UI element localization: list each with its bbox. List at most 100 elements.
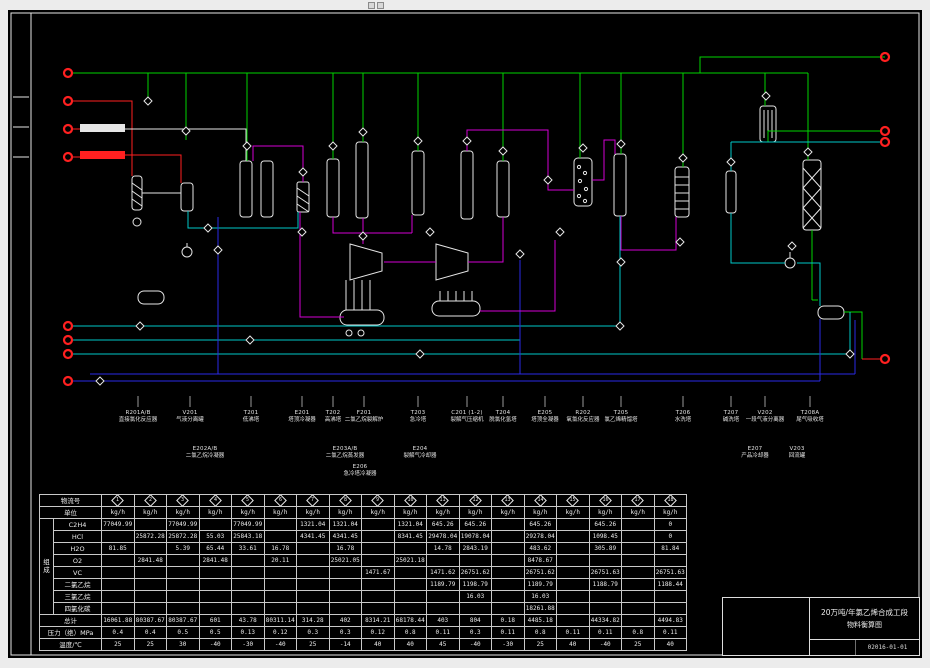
value-cell: 4341.45 <box>296 530 330 543</box>
value-cell: 40 <box>361 638 395 651</box>
stream-number-diamond: 15 <box>566 495 580 506</box>
value-cell <box>426 554 460 567</box>
unit-cell: kg/h <box>653 506 687 519</box>
value-cell <box>361 590 395 603</box>
value-cell <box>621 614 655 627</box>
value-cell: 645.26 <box>523 518 557 531</box>
value-cell <box>133 518 167 531</box>
equipment-name: 氯乙烯精馏塔 <box>604 417 638 423</box>
stream-number-diamond: 5 <box>241 495 255 506</box>
stream-number-diamond: 7 <box>306 495 320 506</box>
title-block-cell <box>810 640 856 655</box>
value-cell <box>328 602 362 615</box>
value-cell <box>491 590 525 603</box>
drawing-title: 20万吨/年氯乙烯合成工段 物料衡算图 <box>810 598 919 640</box>
value-cell <box>296 602 330 615</box>
value-cell <box>556 566 590 579</box>
value-cell: 0.5 <box>198 626 232 639</box>
value-cell: 80387.67 <box>133 614 167 627</box>
value-cell <box>621 590 655 603</box>
equipment-tag: E203A/B <box>332 446 358 452</box>
value-cell <box>361 542 395 555</box>
stream-number-cell: 5 <box>231 494 265 507</box>
value-cell <box>491 566 525 579</box>
equipment-label: E203A/B 二氯乙烷蒸发器 <box>326 446 365 460</box>
value-cell <box>231 554 265 567</box>
unit-cell: kg/h <box>458 506 492 519</box>
component-label: H2O <box>53 542 102 555</box>
unit-cell: kg/h <box>133 506 167 519</box>
value-cell: 77049.99 <box>231 518 265 531</box>
value-cell <box>101 554 135 567</box>
value-cell: 25021.05 <box>328 554 362 567</box>
value-cell <box>653 602 687 615</box>
value-cell: -14 <box>328 638 362 651</box>
value-cell <box>621 578 655 591</box>
stream-number-diamond: 11 <box>436 495 450 506</box>
equipment-label: T206 水洗塔 <box>675 410 692 424</box>
value-cell: 1189.79 <box>426 578 460 591</box>
value-cell <box>263 530 297 543</box>
equipment-label: V201 气液分离罐 <box>176 410 204 424</box>
value-cell: 1098.45 <box>588 530 622 543</box>
stream-number-row-label: 物流号 <box>39 494 102 507</box>
value-cell: 16.78 <box>263 542 297 555</box>
value-cell <box>458 554 492 567</box>
equipment-name: 水洗塔 <box>674 417 692 423</box>
value-cell <box>556 530 590 543</box>
value-cell <box>653 590 687 603</box>
value-cell: 33.61 <box>231 542 265 555</box>
value-cell <box>361 518 395 531</box>
equipment-tag: E202A/B <box>192 446 218 452</box>
equipment-name: 二氯乙烷裂解炉 <box>344 417 384 423</box>
value-cell: 29478.04 <box>426 530 460 543</box>
stream-number-cell: 8 <box>328 494 362 507</box>
value-cell: 0.12 <box>263 626 297 639</box>
value-cell <box>296 566 330 579</box>
value-cell <box>556 554 590 567</box>
stream-number-cell: 18 <box>653 494 687 507</box>
value-cell: 40 <box>653 638 687 651</box>
stream-number-cell: 2 <box>133 494 167 507</box>
unit-cell: kg/h <box>198 506 232 519</box>
value-cell: 0.18 <box>491 614 525 627</box>
value-cell: 30 <box>166 638 200 651</box>
stream-number-cell: 1 <box>101 494 135 507</box>
value-cell <box>198 602 232 615</box>
stream-number-diamond: 16 <box>598 495 612 506</box>
value-cell: 8314.21 <box>361 614 395 627</box>
value-cell: -40 <box>263 638 297 651</box>
value-cell <box>231 566 265 579</box>
value-cell: 1188.79 <box>588 578 622 591</box>
equipment-name: 塔顶冷凝器 <box>288 417 316 423</box>
drawing-number: 02016-01-01 <box>867 644 908 651</box>
equipment-tag: E204 <box>412 446 428 452</box>
equipment-label: R202 氧氯化反应器 <box>566 410 599 424</box>
equipment-label: C201 (1-2) 裂解气压缩机 <box>450 410 483 424</box>
value-cell <box>361 578 395 591</box>
value-cell: 0.11 <box>426 626 460 639</box>
drawing-title-line1: 20万吨/年氯乙烯合成工段 <box>820 608 909 617</box>
equipment-name: 产品冷却器 <box>741 453 769 459</box>
equipment-name: 高沸塔 <box>324 417 342 423</box>
value-cell: 0.11 <box>491 626 525 639</box>
value-cell <box>166 602 200 615</box>
equipment-label: R201A/B 直接氯化反应器 <box>119 410 158 424</box>
value-cell <box>328 578 362 591</box>
equipment-name: 裂解气冷却器 <box>403 453 437 459</box>
title-block: 20万吨/年氯乙烯合成工段 物料衡算图 02016-01-01 <box>722 597 920 656</box>
equipment-tag: T204 <box>495 410 511 416</box>
stream-number-diamond: 9 <box>371 495 385 506</box>
stream-number-cell: 17 <box>621 494 655 507</box>
value-cell: 0.3 <box>458 626 492 639</box>
stream-number-diamond: 10 <box>403 495 417 506</box>
value-cell <box>621 566 655 579</box>
pressure-row-label: 压力（绝）MPa <box>39 626 102 639</box>
value-cell: 0.13 <box>231 626 265 639</box>
equipment-tag: T202 <box>325 410 341 416</box>
value-cell: 8478.67 <box>523 554 557 567</box>
value-cell: 65.44 <box>198 542 232 555</box>
value-cell: 1188.44 <box>653 578 687 591</box>
stream-number-cell: 15 <box>556 494 590 507</box>
value-cell: 403 <box>426 614 460 627</box>
